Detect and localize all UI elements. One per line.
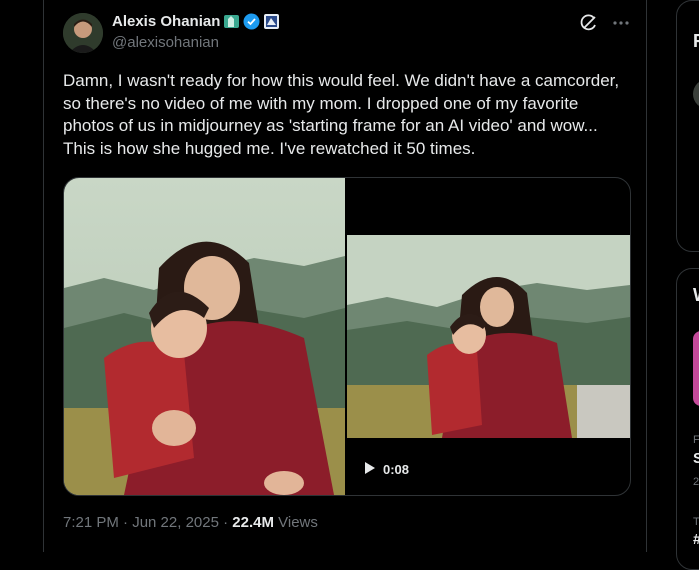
card1-heading: R xyxy=(693,31,699,52)
top-actions xyxy=(580,14,630,37)
views-count: 22.4M xyxy=(232,514,274,531)
views-label: Views xyxy=(273,514,318,531)
avatar[interactable] xyxy=(63,13,103,53)
handle[interactable]: @alexisohanian xyxy=(112,34,219,51)
card2-heading: W xyxy=(693,285,699,306)
right-sidebar-card-2: W F S 2 T # xyxy=(676,268,699,570)
trend-small-3: T xyxy=(693,516,699,528)
nyc-flag-icon xyxy=(223,13,240,30)
play-icon[interactable] xyxy=(365,462,375,477)
trend-small-2: 2 xyxy=(693,476,699,488)
trend-big-2[interactable]: # xyxy=(693,531,699,548)
right-sidebar-card-1: R xyxy=(676,0,699,252)
grok-icon[interactable] xyxy=(580,14,598,37)
timestamp[interactable]: 7:21 PM · Jun 22, 2025 · xyxy=(63,514,232,531)
author-name-row: Alexis Ohanian xyxy=(112,13,280,30)
trend-small-1: F xyxy=(693,434,699,446)
verified-badge-icon[interactable] xyxy=(243,13,260,30)
tweet-column: Alexis Ohanian @alexisohanian Damn, I wa… xyxy=(43,0,647,552)
video-controls[interactable]: 0:08 xyxy=(365,462,409,477)
card2-thumbnail[interactable] xyxy=(693,331,699,406)
affiliate-icon[interactable] xyxy=(263,13,280,30)
media-container[interactable]: 0:08 xyxy=(63,177,631,496)
tweet-meta: 7:21 PM · Jun 22, 2025 · 22.4M Views xyxy=(63,514,318,531)
display-name[interactable]: Alexis Ohanian xyxy=(112,13,220,30)
video-thumbnail[interactable] xyxy=(347,235,630,438)
more-icon[interactable] xyxy=(612,14,630,37)
card1-avatar[interactable] xyxy=(693,79,699,109)
video-duration: 0:08 xyxy=(383,462,410,477)
tweet-text: Damn, I wasn't ready for how this would … xyxy=(63,71,620,158)
photo-image[interactable] xyxy=(64,178,345,495)
trend-big-1[interactable]: S xyxy=(693,450,699,467)
